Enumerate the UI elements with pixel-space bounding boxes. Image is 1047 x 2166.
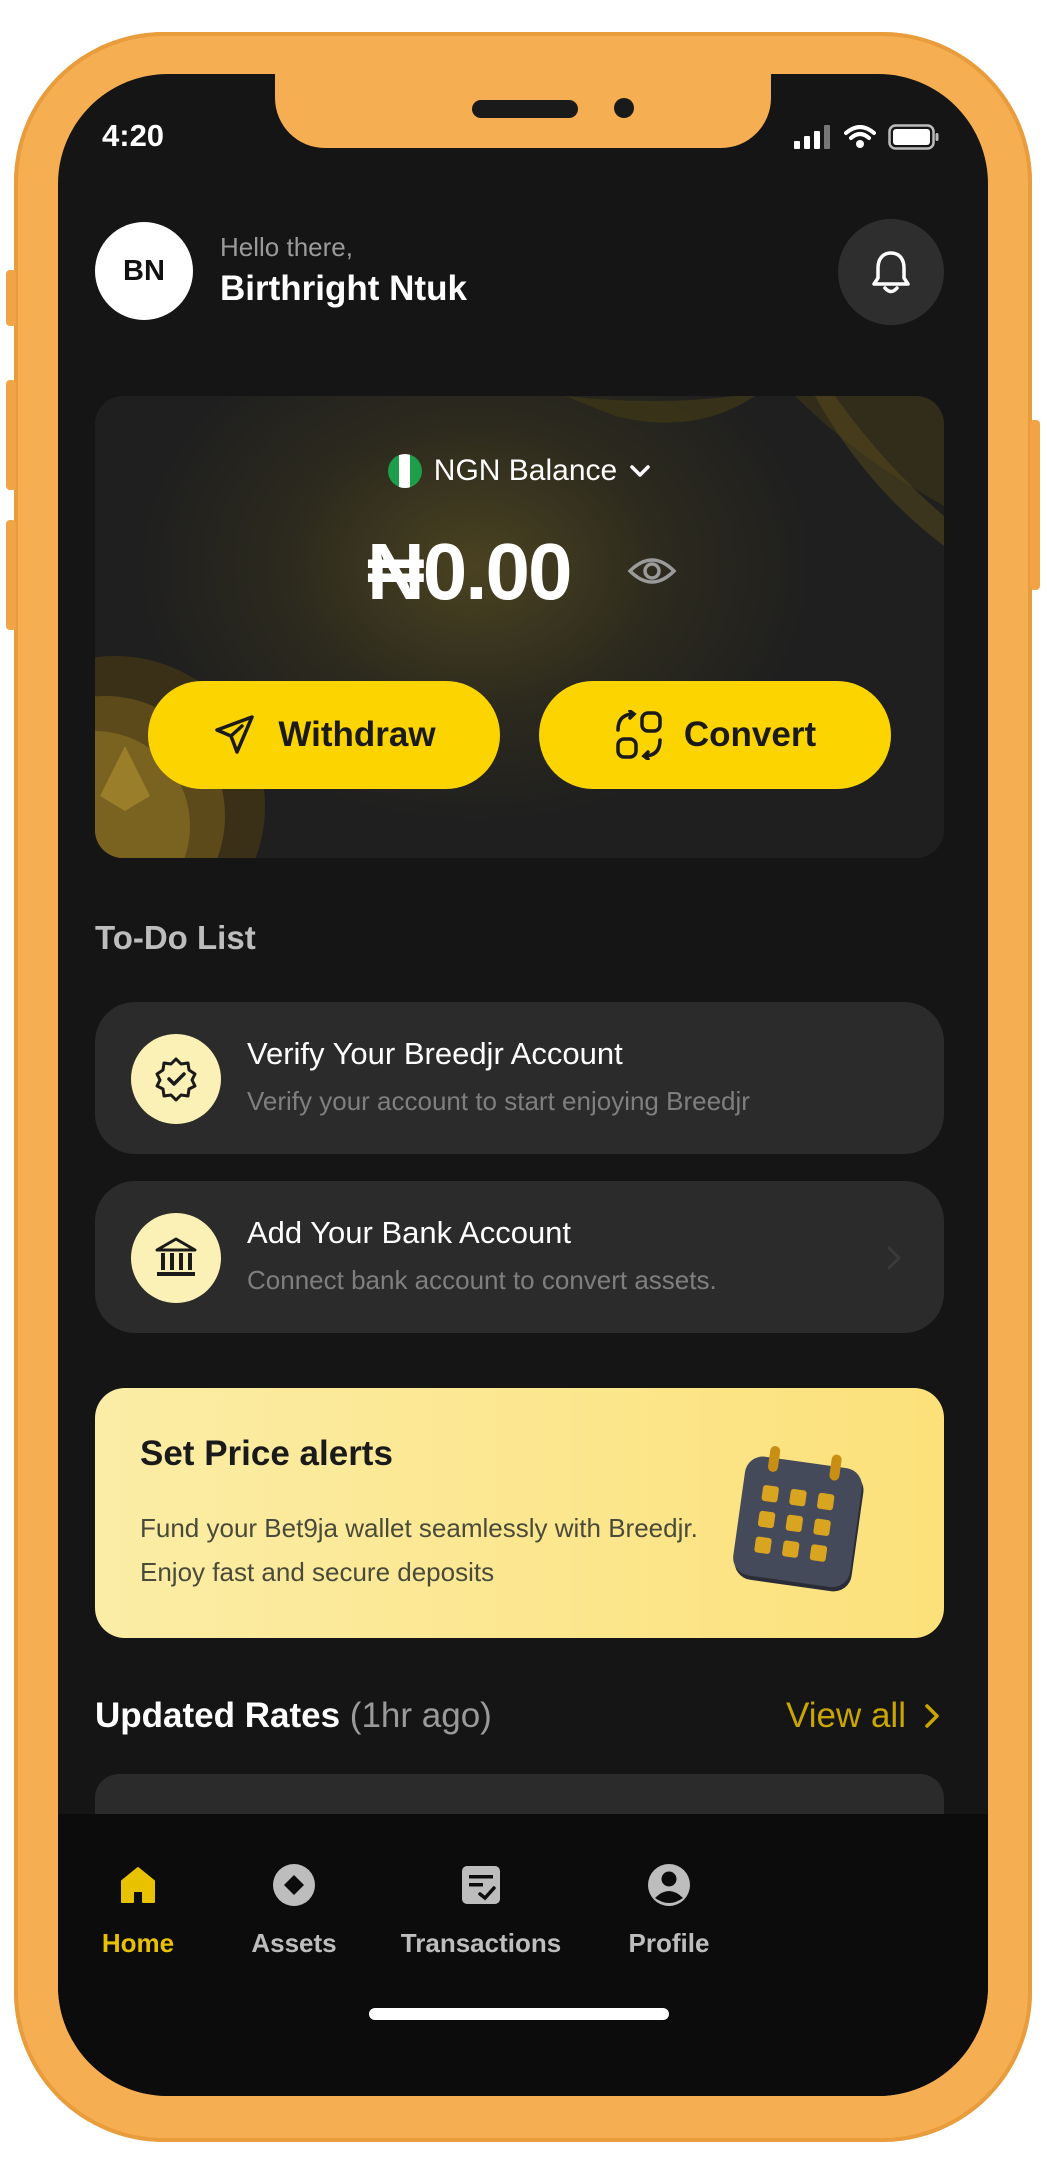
home-icon: [121, 1867, 155, 1903]
battery-icon: [888, 124, 939, 150]
convert-label: Convert: [683, 715, 817, 754]
phone-side-button: [6, 520, 16, 630]
promo-body: Fund your Bet9ja wallet seamlessly with …: [140, 1513, 698, 1587]
rates-updated-time: (1hr ago): [349, 1696, 492, 1735]
phone-side-button: [6, 380, 16, 490]
home-indicator: [369, 2008, 669, 2020]
send-icon: [215, 715, 255, 754]
withdraw-button[interactable]: Withdraw: [148, 681, 500, 789]
withdraw-label: Withdraw: [278, 715, 436, 754]
convert-button[interactable]: Convert: [539, 681, 891, 789]
bank-icon: [155, 1237, 197, 1276]
wifi-icon: [844, 125, 876, 148]
camera: [614, 98, 634, 118]
verified-badge-icon: [155, 1057, 197, 1102]
todo-item-title: Add Your Bank Account: [247, 1215, 572, 1250]
balance-amount: ₦0.00: [367, 527, 572, 616]
tab-label: Assets: [251, 1928, 337, 1958]
chevron-down-icon: [630, 465, 650, 477]
chevron-right-icon: [887, 1246, 902, 1270]
tab-assets[interactable]: Assets: [194, 1860, 394, 1959]
price-alerts-banner[interactable]: Set Price alerts Fund your Bet9ja wallet…: [95, 1388, 944, 1638]
bell-icon: [872, 251, 910, 294]
tab-label: Transactions: [400, 1928, 562, 1958]
rates-section-title: Updated Rates (1hr ago): [95, 1696, 492, 1736]
bottom-tab-bar: Home Assets Transactions Profile: [58, 1814, 988, 2096]
nigeria-flag-icon: [387, 454, 422, 488]
chevron-right-icon: [925, 1704, 939, 1728]
transactions-icon: [462, 1866, 500, 1904]
phone-side-button: [1030, 420, 1040, 590]
status-time: 4:20: [102, 118, 165, 153]
todo-item-subtitle: Connect bank account to convert assets.: [247, 1265, 717, 1295]
calendar-icon: [733, 1446, 864, 1592]
todo-item-add-bank[interactable]: Add Your Bank Account Connect bank accou…: [95, 1181, 944, 1333]
status-icons: [794, 124, 940, 150]
signal-icon: [794, 125, 830, 149]
rates-title: Updated Rates: [95, 1696, 341, 1735]
convert-icon: [616, 710, 662, 760]
tab-label: Profile: [628, 1928, 710, 1958]
balance-currency-selector[interactable]: NGN Balance: [95, 454, 944, 488]
phone-side-button: [6, 270, 16, 326]
assets-icon: [273, 1864, 315, 1906]
todo-icon-wrap: [131, 1034, 221, 1124]
promo-title: Set Price alerts: [140, 1434, 393, 1473]
view-all-rates-link[interactable]: View all: [786, 1696, 940, 1736]
user-name: Birthright Ntuk: [220, 269, 467, 308]
todo-item-verify-account[interactable]: Verify Your Breedjr Account Verify your …: [95, 1002, 944, 1154]
speaker: [472, 100, 578, 118]
balance-currency-label: NGN Balance: [433, 454, 618, 487]
todo-item-title: Verify Your Breedjr Account: [247, 1036, 623, 1071]
todo-section-title: To-Do List: [95, 919, 256, 956]
tab-transactions[interactable]: Transactions: [381, 1860, 581, 1959]
app-screen: 4:20 BN Hello there, Birthright Ntuk NGN…: [58, 74, 988, 2096]
avatar[interactable]: BN: [95, 222, 193, 320]
notifications-button[interactable]: [838, 219, 944, 325]
todo-icon-wrap: [131, 1213, 221, 1303]
eye-icon[interactable]: [627, 554, 677, 588]
todo-item-subtitle: Verify your account to start enjoying Br…: [247, 1086, 750, 1116]
tab-profile[interactable]: Profile: [569, 1860, 769, 1959]
profile-icon: [648, 1864, 690, 1906]
greeting-text: Hello there,: [220, 232, 353, 262]
balance-card: NGN Balance ₦0.00 Withdraw Convert: [95, 396, 944, 858]
view-all-label: View all: [786, 1696, 906, 1735]
